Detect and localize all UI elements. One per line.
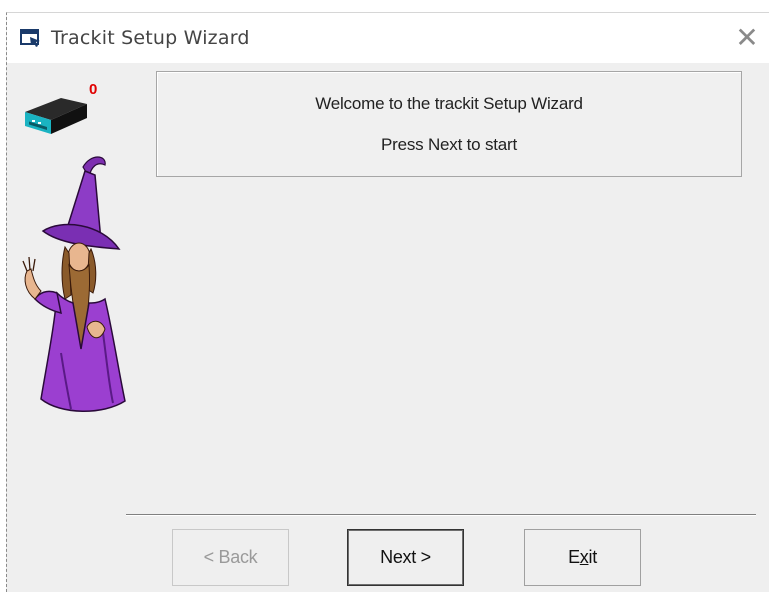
setup-wizard-window: Trackit Setup Wizard ✕ 0 Welcome to the … xyxy=(6,12,769,592)
close-icon[interactable]: ✕ xyxy=(733,24,761,52)
window-title: Trackit Setup Wizard xyxy=(51,27,250,49)
welcome-heading: Welcome to the trackit Setup Wizard xyxy=(315,94,583,113)
back-button[interactable]: < Back xyxy=(172,529,289,586)
title-bar: Trackit Setup Wizard ✕ xyxy=(7,13,769,63)
wizard-mascot-image xyxy=(22,156,126,412)
exit-button[interactable]: Ex it xyxy=(524,529,641,586)
exit-label-post: it xyxy=(588,547,598,567)
button-separator xyxy=(126,514,756,516)
exit-label-mnemonic: x xyxy=(579,547,589,567)
welcome-instruction: Press Next to start xyxy=(380,135,518,154)
hub-device-icon xyxy=(25,98,87,134)
device-count-badge: 0 xyxy=(89,81,98,98)
next-button[interactable]: Next > xyxy=(347,529,464,586)
welcome-panel: Welcome to the trackit Setup Wizard Pres… xyxy=(156,71,742,177)
exit-label-pre: E xyxy=(568,547,580,567)
app-icon xyxy=(20,29,40,47)
